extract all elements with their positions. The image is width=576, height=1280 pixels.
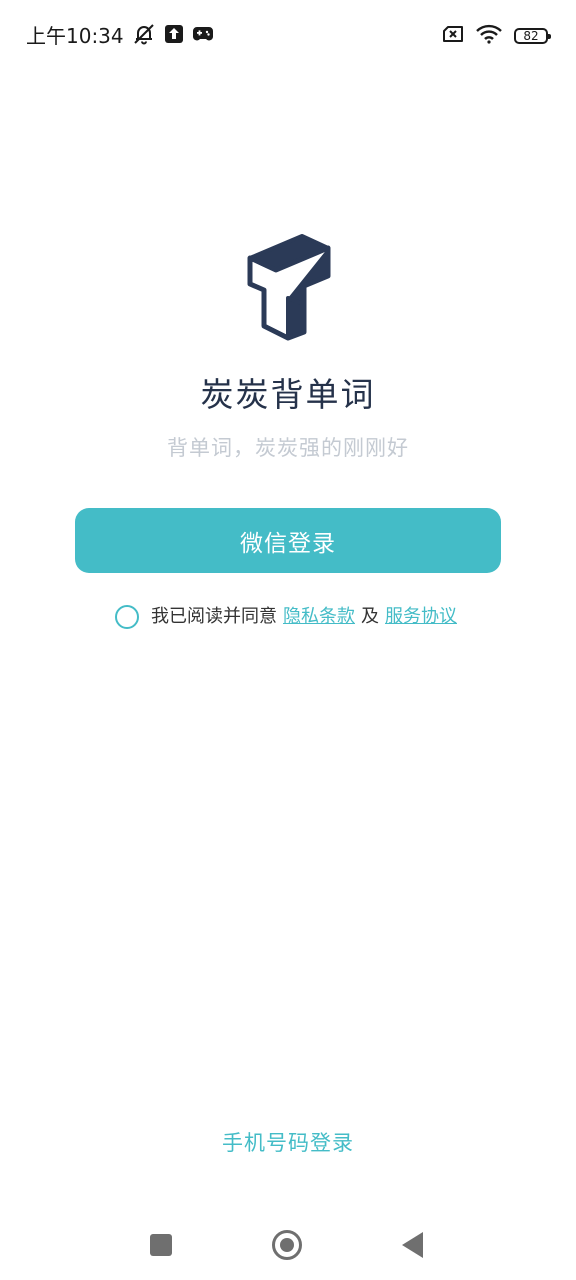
recent-apps-icon[interactable] (150, 1234, 172, 1256)
agreement-row: 我已阅读并同意 隐私条款 及 服务协议 (115, 602, 463, 632)
home-icon[interactable] (272, 1230, 302, 1260)
service-agreement-link[interactable]: 服务协议 (385, 602, 457, 632)
battery-icon: 82 (514, 28, 551, 44)
agreement-and: 及 (361, 606, 379, 627)
status-bar-left: 上午10:34 (26, 22, 214, 50)
t-logo-icon (240, 228, 336, 344)
agreement-prefix: 我已阅读并同意 (151, 606, 277, 627)
phone-login-link[interactable]: 手机号码登录 (222, 1131, 354, 1155)
upload-icon (164, 24, 184, 48)
wifi-icon (476, 24, 502, 48)
sim-error-icon (442, 25, 464, 47)
wechat-login-button[interactable]: 微信登录 (75, 508, 501, 573)
battery-level: 82 (523, 29, 539, 43)
app-slogan: 背单词，炭炭强的刚刚好 (167, 436, 409, 460)
phone-login-container: 手机号码登录 (0, 1126, 576, 1160)
navigation-bar (0, 1210, 576, 1280)
status-time: 上午10:34 (26, 24, 124, 48)
agree-checkbox[interactable] (115, 605, 139, 629)
back-icon[interactable] (402, 1232, 423, 1258)
status-bar: 上午10:34 82 (0, 0, 576, 72)
login-screen: 上午10:34 82 炭炭背单词 背单词，炭炭强的刚刚好 微信登录 我已阅读并同… (0, 0, 576, 1280)
app-title: 炭炭背单词 (200, 375, 376, 414)
status-bar-right: 82 (442, 24, 551, 48)
gamepad-icon (192, 25, 214, 47)
mute-bell-icon (132, 22, 156, 50)
privacy-policy-link[interactable]: 隐私条款 (283, 602, 355, 632)
home-icon-dot (280, 1238, 294, 1252)
